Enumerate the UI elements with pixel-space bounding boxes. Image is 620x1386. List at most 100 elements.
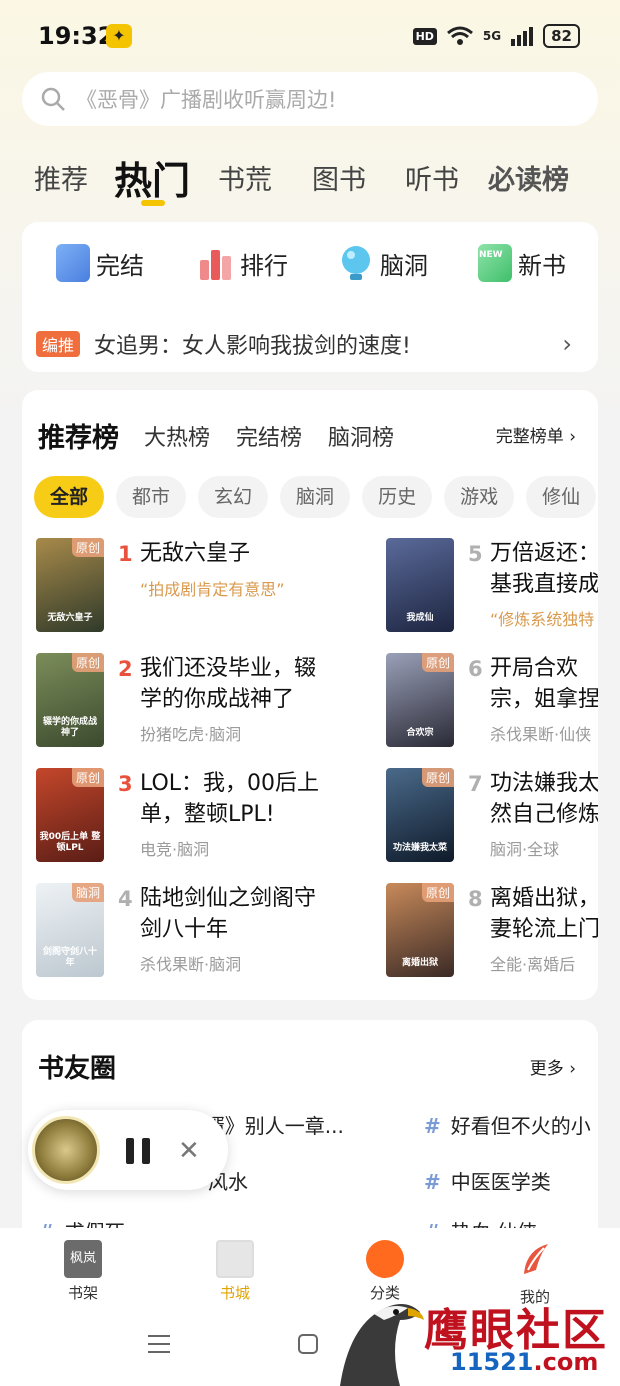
ranking-book-item[interactable]: 原创合欢宗 6 开局合欢宗，姐拿捏命脉杀伐果断·仙侠 <box>386 653 598 753</box>
book-title[interactable]: 离婚出狱，妻轮流上门 <box>490 883 598 945</box>
category-tabs: 推荐 热门 书荒 图书 听书 必读榜 <box>0 148 620 208</box>
ranking-book-item[interactable]: 脑洞 剑阁守剑八十年 4 陆地剑仙之剑阁守剑八十年 杀伐果断·脑洞 <box>36 883 336 983</box>
book-title[interactable]: 功法嫌我太然自己修炼 <box>490 768 598 830</box>
hashtag-icon: # <box>424 1170 441 1194</box>
chevron-right-icon[interactable]: › <box>562 330 572 358</box>
battery-indicator: 82 <box>543 24 580 48</box>
quick-link-brainhole[interactable]: 脑洞 <box>338 244 428 282</box>
editor-pick-badge: 编推 <box>36 331 81 357</box>
nav-bookstore[interactable]: 书城 <box>200 1240 270 1303</box>
book-title[interactable]: LOL：我，00后上单，整顿LPL! <box>140 768 330 830</box>
status-bar: 19:32 ✦ HD 5G 82 <box>0 0 620 70</box>
watermark-url-domain: .com <box>533 1348 599 1376</box>
watermark-url-num: 11521 <box>450 1348 534 1376</box>
cover-tag: 原创 <box>71 768 104 787</box>
book-title[interactable]: 无敌六皇子 <box>140 538 330 569</box>
menu-icon[interactable] <box>146 1332 172 1356</box>
book-subtitle: 杀伐果断·仙侠 <box>490 725 592 744</box>
audiobook-cover-disc[interactable] <box>32 1116 100 1184</box>
tab-recommend[interactable]: 推荐 <box>34 158 88 197</box>
cover-title-text: 我成仙 <box>406 613 434 623</box>
tab-audiobooks[interactable]: 听书 <box>405 158 459 197</box>
profile-feather-icon <box>524 1244 548 1274</box>
ranking-book-item[interactable]: 原创 离婚出狱 8 离婚出狱，妻轮流上门全能·离婚后 <box>386 883 598 983</box>
book-title[interactable]: 陆地剑仙之剑阁守剑八十年 <box>140 883 330 945</box>
book-cover[interactable]: 原创我00后上单 整顿LPL <box>36 768 104 862</box>
bulb-icon <box>342 246 370 280</box>
book-title[interactable]: 我们还没毕业，辍学的你成战神了 <box>140 653 330 715</box>
ranking-title[interactable]: 推荐榜 <box>38 416 119 455</box>
quick-link-label: 脑洞 <box>380 251 428 280</box>
bookstore-icon <box>216 1240 254 1278</box>
ranking-book-item[interactable]: 原创 我00后上单 整顿LPL 3 LOL：我，00后上单，整顿LPL! 电竞·脑洞 <box>36 768 336 868</box>
nav-label: 书城 <box>219 1284 250 1302</box>
chip-brainhole[interactable]: 脑洞 <box>280 476 351 518</box>
book-subtitle: “修炼系统独特 <box>490 610 595 629</box>
cover-title-text: 我00后上单 整顿LPL <box>39 832 101 853</box>
tab-must-read[interactable]: 必读榜 <box>488 158 569 197</box>
ranking-book-item[interactable]: 我成仙 5 万倍返还：基我直接成 “修炼系统独特 <box>386 538 598 638</box>
ranking-book-item[interactable]: 原创 辍学的你成战神了 2 我们还没毕业，辍学的你成战神了 扮猪吃虎·脑洞 <box>36 653 336 753</box>
quick-link-finished[interactable]: 完结 <box>56 244 144 282</box>
chip-cultivation[interactable]: 修仙 <box>526 476 597 518</box>
quick-link-ranking[interactable]: 排行 <box>198 244 288 282</box>
book-subtitle: 全能·离婚后 <box>490 955 576 974</box>
book-cover[interactable]: 我成仙 <box>386 538 454 632</box>
search-bar[interactable]: 《恶骨》广播剧收听赢周边! <box>22 72 598 126</box>
ranking-book-item[interactable]: 原创 功法嫌我太菜 7 功法嫌我太然自己修炼脑洞·全球 <box>386 768 598 868</box>
tab-books[interactable]: 图书 <box>312 158 366 197</box>
new-badge-text: NEW <box>479 250 503 260</box>
chip-fantasy[interactable]: 玄幻 <box>198 476 269 518</box>
topic-text: 好看但不火的小 <box>450 1114 591 1138</box>
ranking-tab-finished[interactable]: 完结榜 <box>236 420 302 452</box>
book-subtitle: 脑洞·全球 <box>490 840 560 859</box>
ranking-book-item[interactable]: 原创 无敌六皇子 1 无敌六皇子 “拍成剧肯定有意思” <box>36 538 336 638</box>
cover-tag: 脑洞 <box>71 883 104 902</box>
search-placeholder: 《恶骨》广播剧收听赢周边! <box>76 88 337 112</box>
active-tab-indicator <box>141 200 165 206</box>
book-title[interactable]: 万倍返还：基我直接成 <box>490 538 598 600</box>
cover-title-text: 辍学的你成战神了 <box>42 717 97 738</box>
home-icon[interactable] <box>296 1332 320 1356</box>
book-cover[interactable]: 原创 离婚出狱 <box>386 883 454 977</box>
search-icon <box>41 87 65 111</box>
chip-history[interactable]: 历史 <box>362 476 433 518</box>
bar-chart-icon <box>200 250 231 280</box>
chevron-right-icon: › <box>569 427 576 447</box>
rank-number: 7 <box>468 772 483 796</box>
pause-icon[interactable] <box>126 1138 152 1164</box>
book-cover[interactable]: 原创 合欢宗 <box>386 653 454 747</box>
book-cover[interactable]: 原创 辍学的你成战神了 <box>36 653 104 747</box>
full-ranking-link[interactable]: 完整榜单 › <box>496 422 576 447</box>
book-cover[interactable]: 脑洞剑阁守剑八十年 <box>36 883 104 977</box>
genre-chips: 全部 都市 玄幻 脑洞 历史 游戏 修仙 <box>34 476 598 520</box>
ranking-tab-hot[interactable]: 大热榜 <box>144 420 210 452</box>
book-cover[interactable]: 原创 无敌六皇子 <box>36 538 104 632</box>
book-subtitle: “拍成剧肯定有意思” <box>140 580 285 599</box>
more-link[interactable]: 更多 › <box>530 1054 576 1079</box>
editor-pick-row[interactable]: 编推 女追男：女人影响我拔剑的速度! <box>36 328 411 360</box>
close-icon[interactable]: ✕ <box>178 1136 200 1166</box>
chip-game[interactable]: 游戏 <box>444 476 515 518</box>
cover-title-text: 剑阁守剑八十年 <box>42 947 97 968</box>
cover-title-text: 无敌六皇子 <box>47 613 93 623</box>
nav-label: 书架 <box>67 1284 98 1302</box>
ranking-tab-brainhole[interactable]: 脑洞榜 <box>328 420 394 452</box>
tab-hot[interactable]: 热门 <box>114 150 190 205</box>
topic-item[interactable]: # 好看但不火的小 <box>424 1110 598 1139</box>
quick-link-label: 新书 <box>518 251 566 280</box>
floating-audio-player[interactable]: ✕ <box>28 1110 228 1190</box>
rank-number: 8 <box>468 887 483 911</box>
watermark-url: 11521.com <box>450 1348 598 1376</box>
quick-link-new-books[interactable]: NEW 新书 <box>478 244 566 282</box>
tab-book-shortage[interactable]: 书荒 <box>218 158 272 197</box>
book-cover[interactable]: 原创 功法嫌我太菜 <box>386 768 454 862</box>
topic-item[interactable]: # 中医医学类 <box>424 1166 551 1195</box>
chip-all[interactable]: 全部 <box>34 476 105 518</box>
chevron-right-icon: › <box>569 1059 576 1079</box>
nav-bookshelf[interactable]: 枫岚 书架 <box>48 1240 118 1303</box>
chip-urban[interactable]: 都市 <box>116 476 187 518</box>
book-title[interactable]: 开局合欢宗，姐拿捏命脉 <box>490 653 598 715</box>
notification-app-icon: ✦ <box>106 24 132 48</box>
cover-title-text: 合欢宗 <box>406 728 434 738</box>
